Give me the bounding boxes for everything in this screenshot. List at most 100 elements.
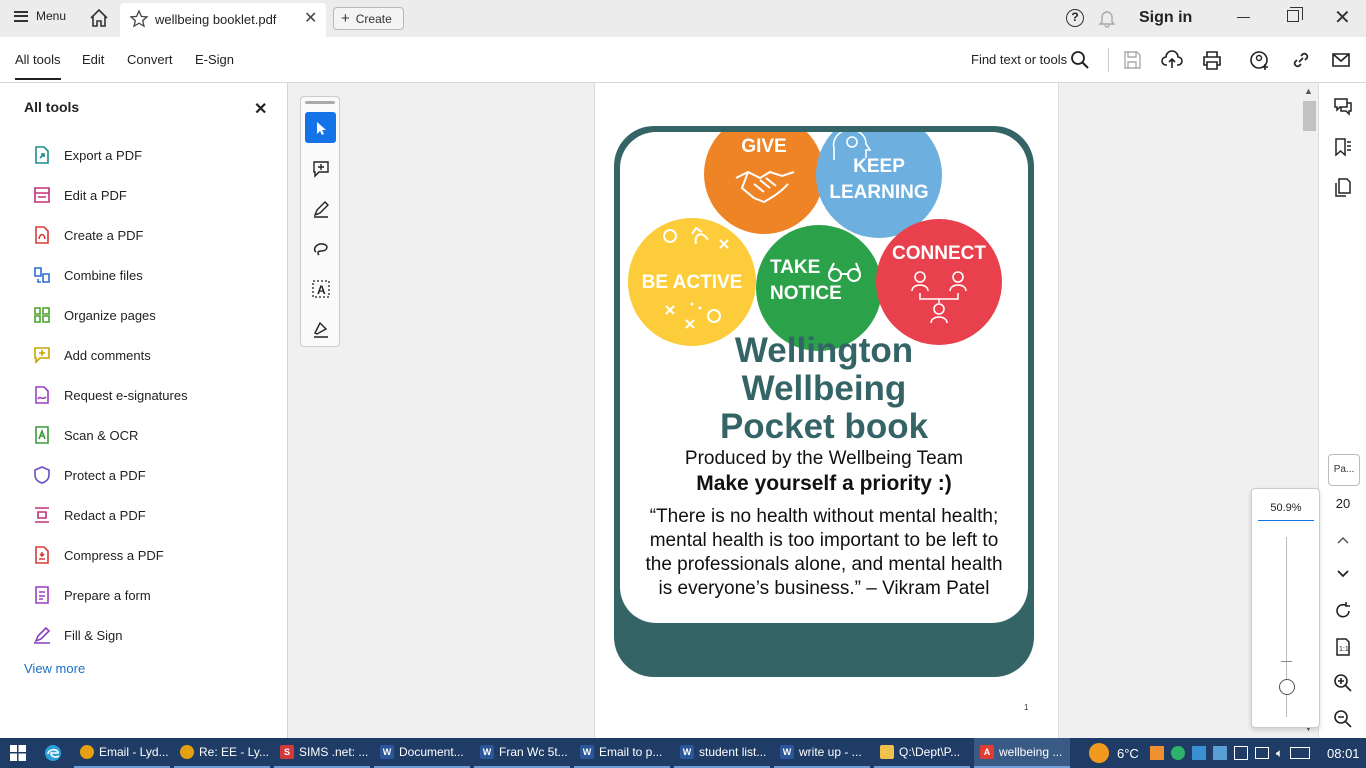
tool-combine-files[interactable]: Combine files [32, 263, 272, 287]
notice-label: NOTICE [770, 283, 842, 304]
people-network-icon [911, 271, 967, 324]
tool-compress-pdf[interactable]: Compress a PDF [32, 543, 272, 567]
draw-tool[interactable] [305, 233, 336, 264]
tray-user-icon[interactable] [1192, 746, 1206, 760]
taskbar-app[interactable]: Email - Lyd... [74, 738, 170, 768]
view-more-link[interactable]: View more [24, 661, 85, 676]
volume-icon[interactable]: 🔈︎ [1276, 746, 1283, 761]
taskbar-app[interactable]: Wwrite up - ... [774, 738, 870, 768]
find-text-label[interactable]: Find text or tools [971, 52, 1067, 67]
help-icon[interactable]: ? [1066, 9, 1084, 27]
print-icon[interactable] [1201, 49, 1223, 71]
clock[interactable]: 08:01 [1327, 738, 1360, 768]
comments-icon[interactable] [1332, 96, 1354, 118]
tool-label: Create a PDF [64, 227, 144, 243]
taskbar-app[interactable]: Q:\Dept\P... [874, 738, 970, 768]
sign-in-button[interactable]: Sign in [1139, 9, 1192, 27]
tool-add-comments[interactable]: Add comments [32, 343, 272, 367]
close-panel-icon[interactable]: ✕ [254, 99, 267, 119]
zoom-out-icon[interactable] [1332, 708, 1354, 730]
head-gear-icon [832, 132, 872, 160]
tool-redact-pdf[interactable]: Redact a PDF [32, 503, 272, 527]
taskbar-app[interactable]: Awellbeing ... [974, 738, 1070, 768]
text-box-icon: A [311, 279, 330, 298]
search-icon[interactable] [1069, 49, 1091, 71]
page-number-input[interactable]: Pa... [1328, 454, 1360, 486]
highlight-tool[interactable] [305, 193, 336, 224]
quick-tools-bar: A [300, 96, 340, 347]
tray-settings-icon[interactable] [1234, 746, 1248, 760]
minimize-icon[interactable] [1237, 17, 1250, 18]
tool-export-pdf[interactable]: Export a PDF [32, 143, 272, 167]
pdf-page: GIVE KEEP LEARNING BE ACTIVE TAKE NOTICE [594, 83, 1059, 738]
chrome-icon [180, 745, 194, 759]
tool-create-pdf[interactable]: Create a PDF [32, 223, 272, 247]
menu-button[interactable]: Menu [14, 9, 66, 23]
edge-icon[interactable] [44, 744, 62, 762]
window-close-icon[interactable]: ✕ [1334, 5, 1351, 30]
link-icon[interactable] [1290, 49, 1312, 71]
tool-fill-sign[interactable]: Fill & Sign [32, 623, 272, 647]
bookmarks-icon[interactable] [1332, 136, 1354, 158]
tab-edit[interactable]: Edit [82, 52, 104, 67]
taskbar-app[interactable]: W Email to p... [574, 738, 670, 768]
email-icon[interactable] [1330, 49, 1352, 71]
tab-all-tools[interactable]: All tools [15, 52, 61, 80]
pages-icon[interactable] [1332, 176, 1354, 198]
tray-app-icon[interactable] [1150, 746, 1164, 760]
connect-label: CONNECT [892, 243, 986, 264]
home-button[interactable] [86, 6, 112, 30]
actual-size-icon[interactable]: 1:1 [1332, 636, 1354, 658]
tool-organize-pages[interactable]: Organize pages [32, 303, 272, 327]
keyboard-icon[interactable] [1290, 747, 1311, 759]
notification-bell-icon[interactable] [1098, 8, 1116, 28]
taskbar-app[interactable]: S SIMS .net: ... [274, 738, 370, 768]
drag-handle[interactable] [305, 101, 335, 104]
scroll-thumb[interactable] [1303, 101, 1316, 131]
zoom-slider-handle[interactable] [1279, 679, 1295, 695]
tool-edit-pdf[interactable]: Edit a PDF [32, 183, 272, 207]
svg-text:A: A [317, 283, 326, 297]
select-tool[interactable] [305, 112, 336, 143]
tab-convert[interactable]: Convert [127, 52, 173, 67]
quote-line-2: mental health is too important to be lef… [649, 530, 999, 551]
taskbar-app[interactable]: W Fran Wc 5t... [474, 738, 570, 768]
star-icon[interactable] [129, 9, 149, 29]
tool-label: Prepare a form [64, 587, 151, 603]
save-icon[interactable] [1121, 49, 1143, 71]
share-user-icon[interactable] [1249, 49, 1271, 71]
taskbar-app-label: wellbeing ... [999, 745, 1063, 759]
rotate-icon[interactable] [1332, 600, 1354, 622]
tray-network-app-icon[interactable] [1213, 746, 1227, 760]
weather-widget[interactable]: 6°C [1089, 738, 1139, 768]
scroll-up-icon[interactable]: ▲ [1304, 86, 1313, 96]
restore-icon[interactable] [1287, 7, 1303, 22]
create-button[interactable]: + Create [333, 7, 404, 30]
tool-scan-ocr[interactable]: Scan & OCR [32, 423, 272, 447]
zoom-value[interactable]: 50.9% [1258, 502, 1314, 521]
tab-esign[interactable]: E-Sign [195, 52, 234, 67]
close-tab-icon[interactable]: ✕ [304, 11, 317, 27]
learning-label: LEARNING [829, 182, 929, 203]
taskbar-app-label: student list... [699, 745, 767, 759]
chevron-up-icon[interactable] [1332, 530, 1354, 552]
produced-by-text: Produced by the Wellbeing Team [684, 448, 964, 469]
document-tab[interactable]: wellbeing booklet.pdf ✕ [120, 3, 326, 37]
create-pdf-icon [35, 226, 49, 244]
tool-protect-pdf[interactable]: Protect a PDF [32, 463, 272, 487]
add-comment-tool[interactable] [305, 153, 336, 184]
taskbar-app[interactable]: W Document... [374, 738, 470, 768]
taskbar-app[interactable]: Wstudent list... [674, 738, 770, 768]
chevron-down-icon[interactable] [1332, 562, 1354, 584]
cursor-icon [316, 121, 326, 135]
tray-sync-icon[interactable] [1171, 746, 1185, 760]
zoom-in-icon[interactable] [1332, 672, 1354, 694]
tool-prepare-form[interactable]: Prepare a form [32, 583, 272, 607]
network-icon[interactable] [1255, 747, 1269, 759]
tool-request-esign[interactable]: Request e-signatures [32, 383, 272, 407]
text-select-tool[interactable]: A [305, 273, 336, 304]
taskbar-app[interactable]: Re: EE - Ly... [174, 738, 270, 768]
windows-start-icon[interactable] [10, 745, 26, 761]
upload-cloud-icon[interactable] [1161, 49, 1183, 71]
sign-tool[interactable] [305, 313, 336, 344]
